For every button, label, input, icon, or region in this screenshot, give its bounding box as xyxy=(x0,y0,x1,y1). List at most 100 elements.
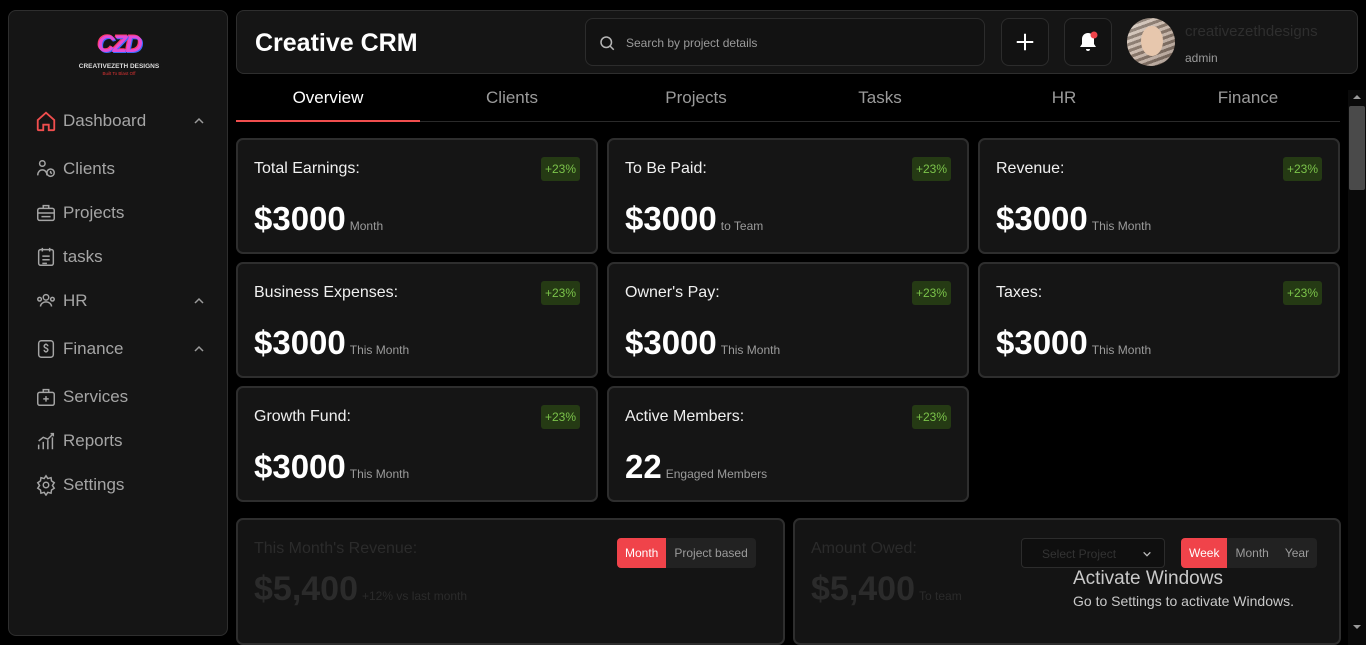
sidebar-item-projects[interactable]: Projects xyxy=(35,199,205,227)
logo-tagline: Built To Blast Off xyxy=(102,71,136,76)
tab-hr[interactable]: HR xyxy=(972,80,1156,122)
sidebar-item-label: Clients xyxy=(63,159,115,178)
panel-value: $5,400 xyxy=(811,570,915,608)
tab-projects[interactable]: Projects xyxy=(604,80,788,122)
card-label: Taxes: xyxy=(996,284,1043,301)
briefcase-icon xyxy=(35,202,57,224)
sidebar-item-reports[interactable]: Reports xyxy=(35,427,205,455)
page-scrollbar[interactable] xyxy=(1348,90,1366,645)
card-subtext: This Month xyxy=(349,467,410,481)
panel-title: This Month's Revenue: xyxy=(254,540,418,557)
avatar[interactable] xyxy=(1127,18,1175,66)
card-value: 22 xyxy=(625,448,662,485)
panel-value-row: $5,400 To team xyxy=(811,570,962,609)
brand-logo[interactable]: CZD CREATIVEZETH DESIGNS Built To Blast … xyxy=(73,31,165,83)
card-label: Growth Fund: xyxy=(254,408,351,425)
scrollbar-thumb[interactable] xyxy=(1349,106,1365,190)
toggle-year[interactable]: Year xyxy=(1277,538,1317,568)
tab-finance[interactable]: Finance xyxy=(1156,80,1340,122)
user-name: creativezethdesigns xyxy=(1185,23,1318,40)
status-badge: +23% xyxy=(1282,281,1322,305)
search-box[interactable] xyxy=(585,18,985,66)
sidebar: CZD CREATIVEZETH DESIGNS Built To Blast … xyxy=(8,10,228,636)
notifications-button[interactable] xyxy=(1064,18,1112,66)
toggle-week[interactable]: Week xyxy=(1181,538,1228,568)
card-label: Owner's Pay: xyxy=(625,284,720,301)
plus-icon xyxy=(1014,31,1036,53)
card-value-row: 22 Engaged Members xyxy=(625,448,767,486)
project-select[interactable]: Select Project xyxy=(1021,538,1165,568)
chevron-up-icon[interactable] xyxy=(193,295,205,307)
chevron-down-icon xyxy=(1142,549,1152,559)
stat-card-owners-pay: Owner's Pay: +23% $3000 This Month xyxy=(607,262,969,378)
sidebar-item-finance[interactable]: Finance xyxy=(35,335,205,363)
sidebar-item-label: Services xyxy=(63,387,129,406)
card-subtext: Month xyxy=(349,219,384,233)
logo-mark: CZD xyxy=(97,31,142,58)
card-value: $3000 xyxy=(625,324,717,361)
toggle-month[interactable]: Month xyxy=(617,538,667,568)
card-value-row: $3000 This Month xyxy=(625,324,780,362)
bag-plus-icon xyxy=(35,386,57,408)
card-value: $3000 xyxy=(996,200,1088,237)
chevron-up-icon[interactable] xyxy=(193,343,205,355)
sidebar-item-tasks[interactable]: tasks xyxy=(35,243,205,271)
bell-icon xyxy=(1076,30,1100,54)
add-button[interactable] xyxy=(1001,18,1049,66)
revenue-panel: This Month's Revenue: $5,400 +12% vs last… xyxy=(236,518,785,645)
status-badge: +23% xyxy=(540,405,580,429)
search-input[interactable] xyxy=(626,32,966,54)
tab-overview[interactable]: Overview xyxy=(236,80,420,122)
card-value-row: $3000 This Month xyxy=(254,324,409,362)
sidebar-item-clients[interactable]: Clients xyxy=(35,155,205,183)
card-label: Business Expenses: xyxy=(254,284,399,301)
sidebar-item-dashboard[interactable]: Dashboard xyxy=(35,107,205,135)
card-value: $3000 xyxy=(625,200,717,237)
card-subtext: This Month xyxy=(349,343,410,357)
scroll-down-icon[interactable] xyxy=(1352,622,1362,632)
card-value-row: $3000 Month xyxy=(254,200,383,238)
card-subtext: to Team xyxy=(720,219,764,233)
card-subtext: This Month xyxy=(720,343,781,357)
card-value: $3000 xyxy=(254,448,346,485)
revenue-toggle: Month Project based xyxy=(617,538,756,568)
logo-brand: CREATIVEZETH DESIGNS xyxy=(78,63,160,70)
period-toggle: Week Month Year xyxy=(1181,538,1318,568)
status-badge: +23% xyxy=(911,157,951,181)
home-icon xyxy=(35,110,57,132)
avatar-face xyxy=(1141,26,1163,56)
page-title: Creative CRM xyxy=(255,29,418,57)
card-subtext: Engaged Members xyxy=(665,467,768,481)
card-value-row: $3000 This Month xyxy=(996,324,1151,362)
stat-card-business-expenses: Business Expenses: +23% $3000 This Month xyxy=(236,262,598,378)
scroll-up-icon[interactable] xyxy=(1352,92,1362,102)
sidebar-item-services[interactable]: Services xyxy=(35,383,205,411)
toggle-month[interactable]: Month xyxy=(1227,538,1276,568)
status-badge: +23% xyxy=(911,281,951,305)
activation-watermark: Activate Windows Go to Settings to activ… xyxy=(1073,568,1294,609)
chart-icon xyxy=(35,430,57,452)
stat-card-to-be-paid: To Be Paid: +23% $3000 to Team xyxy=(607,138,969,254)
card-value: $3000 xyxy=(254,200,346,237)
status-badge: +23% xyxy=(540,157,580,181)
tab-bar: Overview Clients Projects Tasks HR Finan… xyxy=(236,80,1340,122)
sidebar-item-label: tasks xyxy=(63,247,103,266)
tab-tasks[interactable]: Tasks xyxy=(788,80,972,122)
sidebar-item-hr[interactable]: HR xyxy=(35,287,205,315)
card-label: Total Earnings: xyxy=(254,160,360,177)
panel-title: Amount Owed: xyxy=(811,540,917,557)
clients-icon xyxy=(35,158,57,180)
sidebar-item-settings[interactable]: Settings xyxy=(35,471,205,499)
sidebar-item-label: Reports xyxy=(63,431,123,450)
stat-card-growth-fund: Growth Fund: +23% $3000 This Month xyxy=(236,386,598,502)
chevron-up-icon[interactable] xyxy=(193,115,205,127)
tab-clients[interactable]: Clients xyxy=(420,80,604,122)
stat-card-revenue: Revenue: +23% $3000 This Month xyxy=(978,138,1340,254)
dollar-icon xyxy=(35,338,57,360)
user-role: admin xyxy=(1185,51,1218,65)
toggle-project-based[interactable]: Project based xyxy=(666,538,755,568)
status-badge: +23% xyxy=(911,405,951,429)
card-value-row: $3000 to Team xyxy=(625,200,763,238)
status-badge: +23% xyxy=(1282,157,1322,181)
sidebar-item-label: Settings xyxy=(63,475,125,494)
